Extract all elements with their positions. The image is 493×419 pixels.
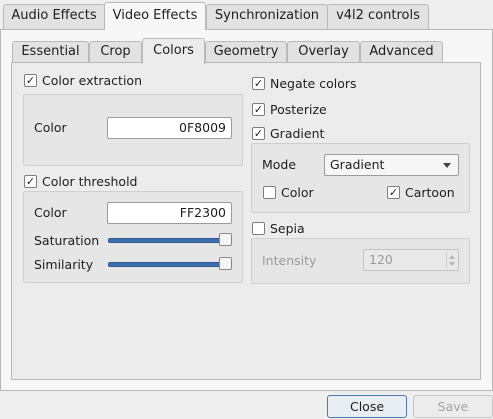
chevron-down-icon bbox=[443, 163, 451, 168]
saturation-slider-groove bbox=[108, 238, 232, 243]
checkbox-box bbox=[263, 185, 276, 199]
saturation-label: Saturation bbox=[34, 233, 100, 248]
sepia-intensity-label: Intensity bbox=[262, 253, 317, 268]
negate-colors-checkbox[interactable]: ✓ Negate colors bbox=[252, 75, 357, 91]
gradient-mode-label: Mode bbox=[262, 157, 297, 172]
similarity-slider[interactable] bbox=[108, 256, 232, 272]
gradient-mode-select[interactable]: Gradient bbox=[324, 154, 459, 176]
check-icon: ✓ bbox=[252, 102, 265, 116]
gradient-color-checkbox[interactable]: Color bbox=[263, 184, 314, 200]
tab-crop[interactable]: Crop bbox=[89, 41, 142, 63]
gradient-cartoon-checkbox[interactable]: ✓ Cartoon bbox=[387, 184, 455, 200]
sepia-intensity-value: 120 bbox=[369, 252, 393, 267]
tab-colors[interactable]: Colors bbox=[142, 38, 205, 64]
color-threshold-label: Color threshold bbox=[42, 173, 138, 189]
similarity-label: Similarity bbox=[34, 257, 94, 272]
tab-v4l2-controls[interactable]: v4l2 controls bbox=[327, 4, 429, 29]
color-extraction-label: Color extraction bbox=[42, 72, 142, 88]
posterize-label: Posterize bbox=[270, 101, 327, 117]
save-button[interactable]: Save bbox=[413, 395, 493, 418]
sepia-label: Sepia bbox=[270, 220, 305, 236]
tab-overlay[interactable]: Overlay bbox=[287, 41, 360, 63]
check-icon: ✓ bbox=[387, 185, 400, 199]
negate-colors-label: Negate colors bbox=[270, 75, 357, 91]
close-button[interactable]: Close bbox=[327, 395, 407, 418]
color-threshold-checkbox[interactable]: ✓ Color threshold bbox=[24, 173, 137, 189]
color-extraction-checkbox[interactable]: ✓ Color extraction bbox=[24, 72, 142, 88]
tab-essential[interactable]: Essential bbox=[12, 41, 89, 63]
tab-advanced[interactable]: Advanced bbox=[360, 41, 443, 63]
saturation-slider-handle[interactable] bbox=[219, 233, 232, 246]
gradient-mode-value: Gradient bbox=[330, 157, 385, 172]
check-icon: ✓ bbox=[252, 126, 265, 140]
sepia-intensity-spinbox[interactable]: 120 bbox=[363, 249, 459, 271]
checkbox-box bbox=[252, 221, 265, 235]
gradient-color-label: Color bbox=[281, 184, 314, 200]
color-extraction-color-label: Color bbox=[34, 120, 67, 135]
spin-up-icon[interactable] bbox=[449, 255, 455, 259]
save-button-label: Save bbox=[437, 399, 469, 414]
tab-audio-effects[interactable]: Audio Effects bbox=[3, 4, 105, 29]
similarity-slider-groove bbox=[108, 262, 232, 267]
check-icon: ✓ bbox=[24, 174, 37, 188]
gradient-label: Gradient bbox=[270, 125, 325, 141]
sepia-checkbox[interactable]: Sepia bbox=[252, 220, 305, 236]
similarity-slider-handle[interactable] bbox=[219, 257, 232, 270]
tab-geometry[interactable]: Geometry bbox=[205, 41, 287, 63]
gradient-checkbox[interactable]: ✓ Gradient bbox=[252, 125, 324, 141]
color-threshold-color-input[interactable]: FF2300 bbox=[107, 202, 232, 224]
tab-video-effects[interactable]: Video Effects bbox=[104, 2, 206, 30]
tab-synchronization[interactable]: Synchronization bbox=[206, 4, 328, 29]
gradient-cartoon-label: Cartoon bbox=[405, 184, 455, 200]
close-button-label: Close bbox=[349, 399, 385, 414]
color-extraction-color-input[interactable]: 0F8009 bbox=[107, 117, 232, 139]
posterize-checkbox[interactable]: ✓ Posterize bbox=[252, 101, 327, 117]
color-threshold-color-label: Color bbox=[34, 205, 67, 220]
check-icon: ✓ bbox=[252, 76, 265, 90]
spin-separator bbox=[446, 252, 447, 268]
check-icon: ✓ bbox=[24, 73, 37, 87]
spin-down-icon[interactable] bbox=[449, 262, 455, 266]
saturation-slider[interactable] bbox=[108, 232, 232, 248]
